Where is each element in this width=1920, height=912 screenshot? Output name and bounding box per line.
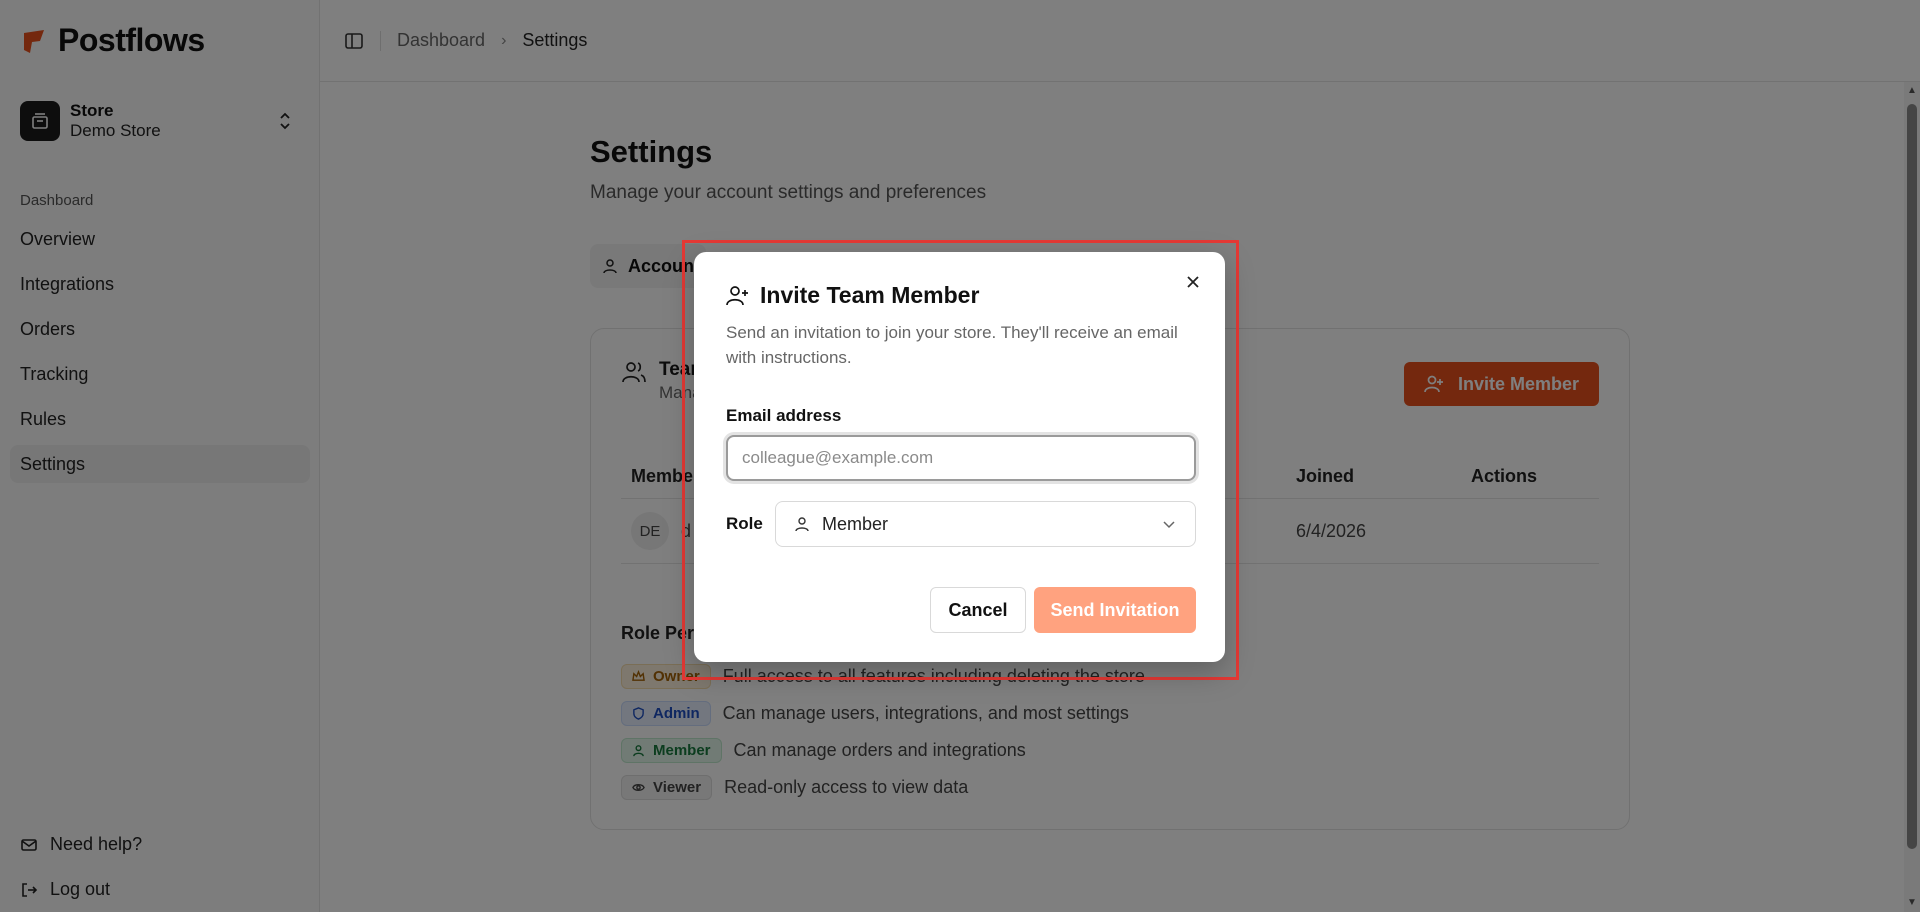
send-invitation-button[interactable]: Send Invitation bbox=[1034, 587, 1196, 633]
email-field[interactable] bbox=[726, 435, 1196, 481]
close-icon[interactable] bbox=[1183, 272, 1203, 292]
user-icon bbox=[795, 517, 809, 532]
role-select-value: Member bbox=[822, 513, 889, 534]
chevron-down-icon bbox=[1163, 521, 1175, 529]
role-select[interactable]: Member bbox=[775, 501, 1196, 547]
dialog-description: Send an invitation to join your store. T… bbox=[726, 323, 1178, 367]
invite-dialog: Invite Team Member Send an invitation to… bbox=[694, 252, 1225, 662]
dialog-title: Invite Team Member bbox=[760, 282, 980, 308]
cancel-button[interactable]: Cancel bbox=[930, 587, 1026, 633]
user-plus-icon bbox=[726, 285, 748, 305]
role-label: Role bbox=[726, 514, 763, 533]
email-label: Email address bbox=[726, 406, 842, 425]
